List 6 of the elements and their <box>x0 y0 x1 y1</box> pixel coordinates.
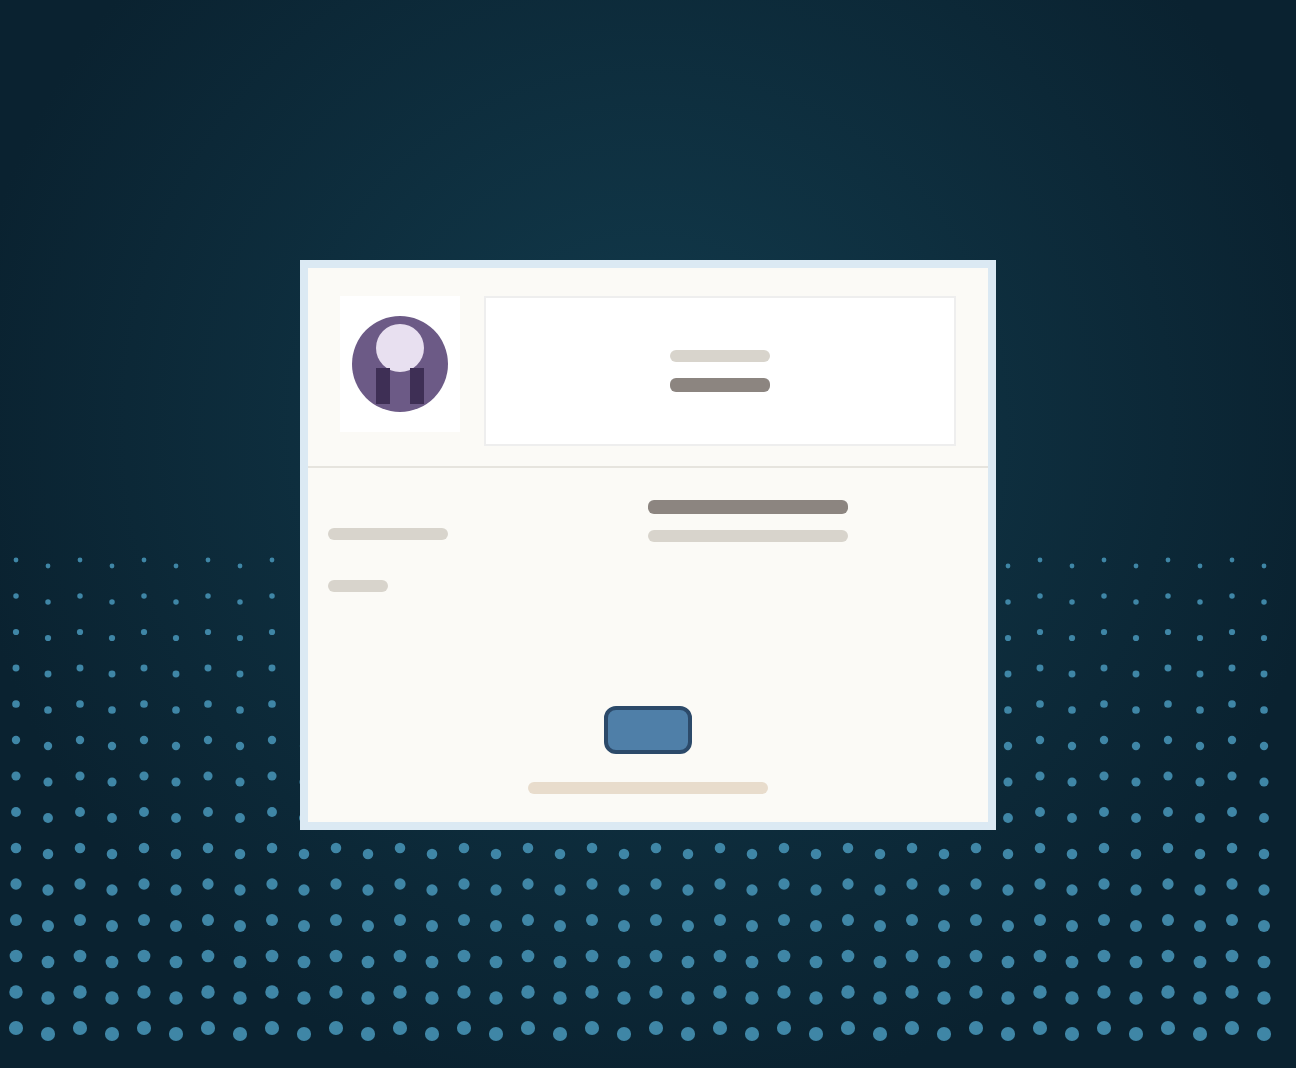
blurred-text <box>328 580 388 592</box>
action-button[interactable] <box>604 706 692 754</box>
logo-icon <box>340 296 460 432</box>
blurred-text <box>670 350 770 362</box>
blurred-text <box>670 378 770 392</box>
blurred-text <box>328 528 448 540</box>
